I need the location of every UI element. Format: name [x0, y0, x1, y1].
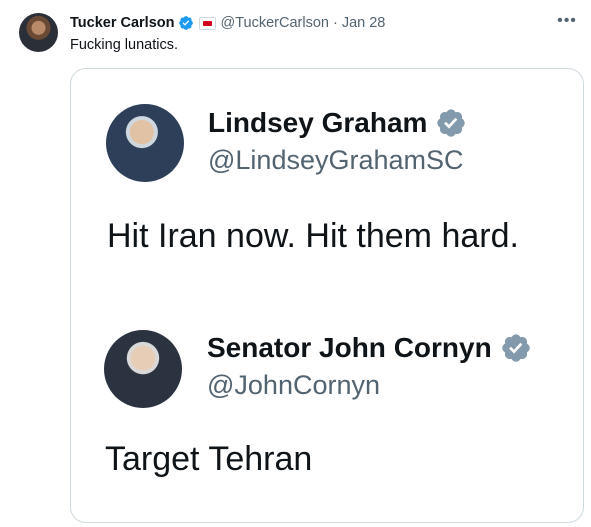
quoted-author-name: Lindsey Graham — [208, 107, 467, 139]
quoted-author-handle: @LindseyGrahamSC — [208, 145, 464, 175]
quoted-author-name-text: Senator John Cornyn — [207, 332, 492, 363]
quoted-image[interactable]: Lindsey Graham @LindseyGrahamSC Hit Iran… — [70, 68, 584, 523]
quoted-tweet-text: Hit Iran now. Hit them hard. — [107, 217, 519, 255]
verified-badge-icon[interactable] — [178, 15, 194, 31]
tweet-text: Fucking lunatics. — [70, 37, 178, 53]
author-avatar[interactable] — [19, 13, 58, 52]
author-display-name[interactable]: Tucker Carlson — [70, 15, 175, 31]
separator-dot: · — [332, 15, 338, 31]
tweet-header: Tucker Carlson @TuckerCarlson · Jan 28 — [70, 13, 385, 33]
cornyn-avatar — [104, 330, 182, 408]
more-icon[interactable]: ••• — [557, 11, 577, 31]
gray-verified-icon — [437, 109, 466, 137]
gray-verified-icon — [502, 334, 530, 362]
affiliate-badge-icon[interactable] — [198, 16, 216, 30]
quoted-author-name-text: Lindsey Graham — [208, 107, 428, 138]
author-handle[interactable]: @TuckerCarlson — [221, 15, 329, 31]
quoted-tweet-text: Target Tehran — [105, 440, 313, 478]
graham-avatar — [106, 104, 184, 182]
quoted-author-name: Senator John Cornyn — [207, 332, 532, 364]
quoted-author-handle: @JohnCornyn — [207, 370, 380, 400]
tweet[interactable]: Tucker Carlson @TuckerCarlson · Jan 28 •… — [0, 0, 591, 527]
tweet-date[interactable]: Jan 28 — [342, 15, 386, 31]
